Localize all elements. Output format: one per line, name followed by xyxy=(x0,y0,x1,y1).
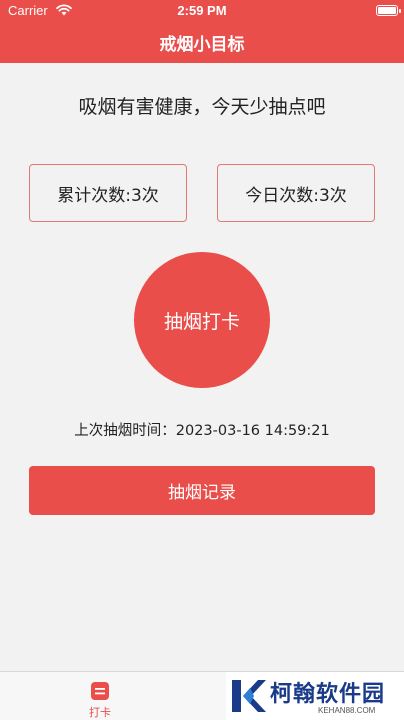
watermark: 柯翰软件园 KEHAN88.COM xyxy=(226,672,404,720)
page-title: 戒烟小目标 xyxy=(159,35,245,55)
battery-icon xyxy=(376,5,401,16)
status-time: 2:59 PM xyxy=(177,3,227,18)
checkin-button-label: 抽烟打卡 xyxy=(163,310,240,333)
today-count-label: 今日次数:3次 xyxy=(245,185,347,206)
nav-header: Carrier 2:59 PM 戒烟小目标 xyxy=(0,0,404,63)
watermark-site: KEHAN88.COM xyxy=(318,706,376,715)
kehan-logo-icon xyxy=(232,680,266,712)
tab-checkin[interactable]: 打卡 xyxy=(70,672,130,720)
smoke-checkin-button[interactable]: 抽烟打卡 xyxy=(134,252,270,388)
checkin-tab-icon xyxy=(91,682,109,700)
total-count-box: 累计次数:3次 xyxy=(29,164,187,222)
records-button-label: 抽烟记录 xyxy=(168,483,236,503)
slogan-text: 吸烟有害健康，今天少抽点吧 xyxy=(78,96,326,118)
tab-checkin-label: 打卡 xyxy=(89,706,111,719)
today-count-box: 今日次数:3次 xyxy=(217,164,375,222)
total-count-label: 累计次数:3次 xyxy=(57,185,159,206)
status-bar: Carrier 2:59 PM xyxy=(0,0,404,22)
smoke-records-button[interactable]: 抽烟记录 xyxy=(29,466,375,515)
watermark-name: 柯翰软件园 xyxy=(270,682,386,707)
last-smoke-time: 上次抽烟时间：2023-03-16 14:59:21 xyxy=(74,423,330,439)
